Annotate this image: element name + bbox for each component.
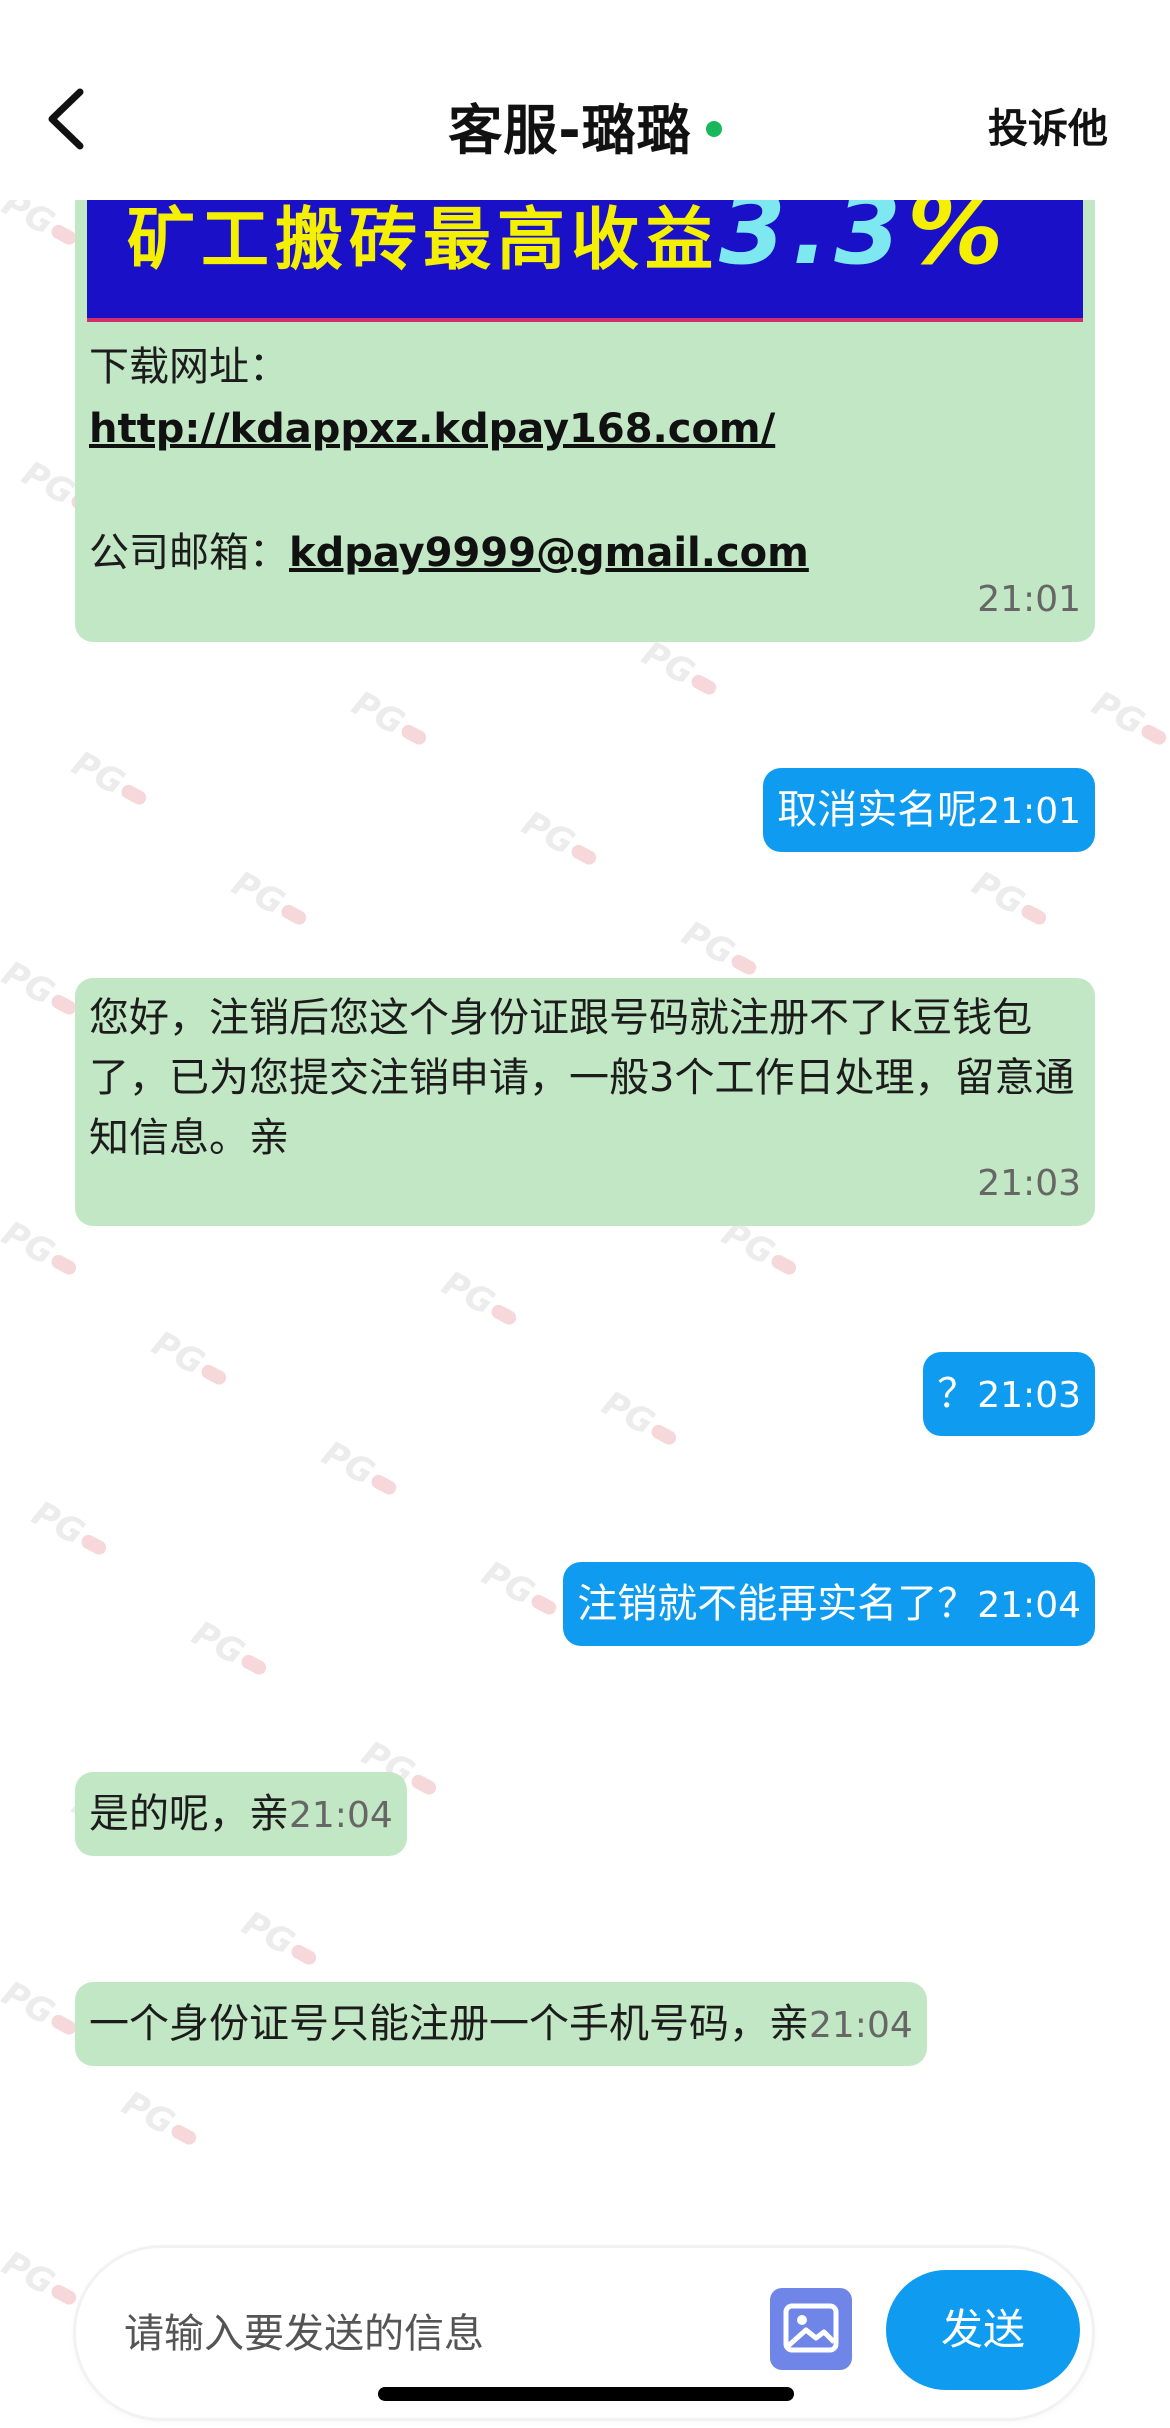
chat-area[interactable]: 矿工搬砖最高收益3.3% 下载网址： http://kdappxz.kdpay1… xyxy=(0,160,1170,2230)
message-received: 是的呢，亲21:04 xyxy=(75,1772,407,1856)
message-text: 是的呢，亲 xyxy=(89,1791,289,1837)
message-text: 取消实名呢 xyxy=(777,787,978,833)
message-text: 您好，注销后您这个身份证跟号码就注册不了k豆钱包了，已为您提交注销申请，一般3个… xyxy=(89,995,1075,1161)
message-sent: 取消实名呢21:01 xyxy=(763,768,1095,852)
message-received: 您好，注销后您这个身份证跟号码就注册不了k豆钱包了，已为您提交注销申请，一般3个… xyxy=(75,978,1095,1226)
message-sent: ？21:03 xyxy=(923,1352,1095,1436)
image-icon xyxy=(783,2303,839,2353)
message-text: 注销就不能再实名了？ xyxy=(577,1581,978,1627)
message-received: 矿工搬砖最高收益3.3% 下载网址： http://kdappxz.kdpay1… xyxy=(75,160,1095,642)
message-text: 一个身份证号只能注册一个手机号码，亲 xyxy=(89,2001,809,2047)
chat-header: 客服-璐璐 投诉他 xyxy=(0,0,1170,200)
message-sent: 注销就不能再实名了？21:04 xyxy=(563,1562,1095,1646)
message-time: 21:01 xyxy=(977,791,1081,832)
send-button[interactable]: 发送 xyxy=(886,2270,1080,2390)
message-time: 21:03 xyxy=(977,1375,1081,1416)
message-time: 21:04 xyxy=(977,1585,1081,1626)
message-received: 一个身份证号只能注册一个手机号码，亲21:04 xyxy=(75,1982,927,2066)
message-time: 21:04 xyxy=(809,2005,913,2046)
message-time: 21:04 xyxy=(289,1795,393,1836)
home-indicator xyxy=(378,2387,794,2401)
download-label: 下载网址： xyxy=(89,344,289,390)
message-text: ？ xyxy=(937,1371,978,1417)
watermark: PG xyxy=(0,2243,85,2316)
email-label: 公司邮箱： xyxy=(89,530,289,576)
banner-text: 矿工搬砖最高收益3.3% xyxy=(127,174,1010,286)
complain-button[interactable]: 投诉他 xyxy=(988,96,1108,154)
message-body: 下载网址： http://kdappxz.kdpay168.com/ 公司邮箱：… xyxy=(89,336,809,584)
page-title: 客服-璐璐 xyxy=(448,99,692,162)
download-link[interactable]: http://kdappxz.kdpay168.com/ xyxy=(89,406,775,452)
image-button[interactable] xyxy=(770,2288,852,2370)
online-status-dot xyxy=(705,121,722,138)
email-link[interactable]: kdpay9999@gmail.com xyxy=(289,530,809,576)
message-time: 21:01 xyxy=(977,579,1081,620)
message-time: 21:03 xyxy=(977,1163,1081,1204)
message-input[interactable] xyxy=(122,2298,726,2370)
